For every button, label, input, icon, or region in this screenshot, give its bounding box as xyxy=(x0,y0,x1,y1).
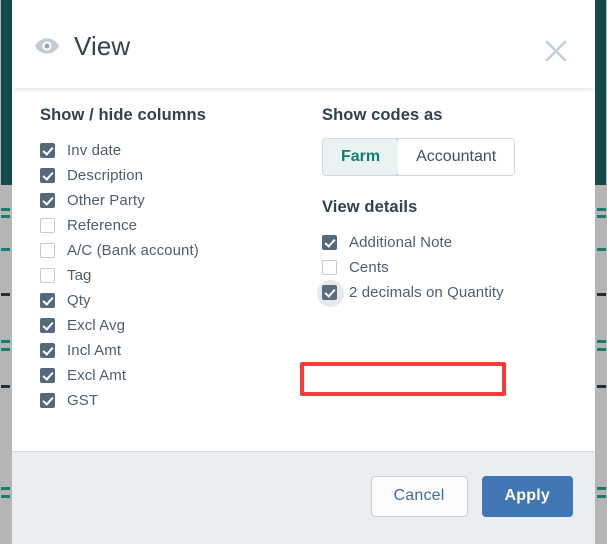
left-edge-teal-band xyxy=(1,0,12,185)
checkbox-excl-avg[interactable]: Excl Avg xyxy=(34,313,316,338)
checkbox-label: Incl Amt xyxy=(67,342,122,359)
checkbox-other-party[interactable]: Other Party xyxy=(34,188,316,213)
edge-tick-mark xyxy=(597,248,606,251)
checkbox-label: Cents xyxy=(349,259,389,276)
edge-tick-mark xyxy=(597,208,606,211)
checkbox-box[interactable] xyxy=(40,268,55,283)
dialog-header: View xyxy=(12,4,595,88)
checkbox-box[interactable] xyxy=(322,235,337,250)
edge-tick-mark xyxy=(1,208,10,211)
checkbox-label: Description xyxy=(67,167,144,184)
columns-panel: Show / hide columns Inv date Description… xyxy=(34,106,316,451)
edge-tick-mark xyxy=(1,348,10,351)
edge-tick-mark xyxy=(597,340,606,343)
checkbox-label: Excl Avg xyxy=(67,317,126,334)
checkbox-tag[interactable]: Tag xyxy=(34,263,316,288)
details-heading: View details xyxy=(322,198,418,216)
checkbox-incl-amt[interactable]: Incl Amt xyxy=(34,338,316,363)
segment-farm[interactable]: Farm xyxy=(323,139,400,175)
codes-heading: Show codes as xyxy=(322,106,443,124)
edge-tick-mark xyxy=(1,385,10,388)
edge-tick-mark xyxy=(1,248,10,251)
dialog-footer: Cancel Apply xyxy=(12,451,595,540)
dialog-body: Show / hide columns Inv date Description… xyxy=(12,88,595,451)
checkbox-box[interactable] xyxy=(40,218,55,233)
right-edge-teal-band xyxy=(595,0,606,185)
checkbox-label: Excl Amt xyxy=(67,367,127,384)
checkbox-box[interactable] xyxy=(40,368,55,383)
close-icon-glyph xyxy=(545,40,567,62)
eye-icon xyxy=(35,38,59,54)
checkbox-cents[interactable]: Cents xyxy=(316,255,573,280)
segment-accountant[interactable]: Accountant xyxy=(398,139,515,175)
checkbox-label: A/C (Bank account) xyxy=(67,242,199,259)
checkbox-box[interactable] xyxy=(40,293,55,308)
apply-button[interactable]: Apply xyxy=(481,475,573,517)
edge-tick-mark xyxy=(1,293,10,296)
checkbox-box[interactable] xyxy=(40,193,55,208)
view-dialog: View Show / hide columns Inv date Descri… xyxy=(12,4,595,540)
checkbox-box[interactable] xyxy=(40,343,55,358)
checkbox-label: 2 decimals on Quantity xyxy=(349,284,504,301)
edge-tick-mark xyxy=(597,385,606,388)
close-icon[interactable] xyxy=(535,30,577,72)
checkbox-box[interactable] xyxy=(40,168,55,183)
checkbox-description[interactable]: Description xyxy=(34,163,316,188)
edge-tick-mark xyxy=(597,293,606,296)
checkbox-reference[interactable]: Reference xyxy=(34,213,316,238)
options-panel: Show codes as Farm Accountant View detai… xyxy=(316,106,573,451)
checkbox-additional-note[interactable]: Additional Note xyxy=(316,230,573,255)
checkbox-box[interactable] xyxy=(40,143,55,158)
checkbox-label: Other Party xyxy=(67,192,145,209)
edge-tick-mark xyxy=(597,487,606,490)
checkbox-2-decimals-on-quantity[interactable]: 2 decimals on Quantity xyxy=(316,280,573,307)
checkbox-label: Inv date xyxy=(67,142,122,159)
page-title: View xyxy=(74,31,131,61)
checkbox-gst[interactable]: GST xyxy=(34,388,316,413)
edge-tick-mark xyxy=(1,487,10,490)
checkbox-box[interactable] xyxy=(40,393,55,408)
checkbox-box[interactable] xyxy=(317,280,344,307)
checkbox-label: Tag xyxy=(67,267,92,284)
edge-tick-mark xyxy=(597,215,606,218)
checkbox-box[interactable] xyxy=(40,318,55,333)
edge-tick-mark xyxy=(597,495,606,498)
checkbox-label: GST xyxy=(67,392,99,409)
checkbox-ac-bank-account[interactable]: A/C (Bank account) xyxy=(34,238,316,263)
checkbox-excl-amt[interactable]: Excl Amt xyxy=(34,363,316,388)
columns-heading: Show / hide columns xyxy=(40,106,206,124)
show-codes-as-toggle[interactable]: Farm Accountant xyxy=(322,138,516,176)
checkbox-box[interactable] xyxy=(322,260,337,275)
edge-tick-mark xyxy=(597,348,606,351)
checkbox-box[interactable] xyxy=(40,243,55,258)
checkbox-label: Reference xyxy=(67,217,138,234)
checkbox-label: Qty xyxy=(67,292,91,309)
checkbox-label: Additional Note xyxy=(349,234,453,251)
cancel-button[interactable]: Cancel xyxy=(370,475,468,517)
checkbox-qty[interactable]: Qty xyxy=(34,288,316,313)
edge-tick-mark xyxy=(1,215,10,218)
checkbox-inv-date[interactable]: Inv date xyxy=(34,138,316,163)
edge-tick-mark xyxy=(1,340,10,343)
edge-tick-mark xyxy=(1,495,10,498)
